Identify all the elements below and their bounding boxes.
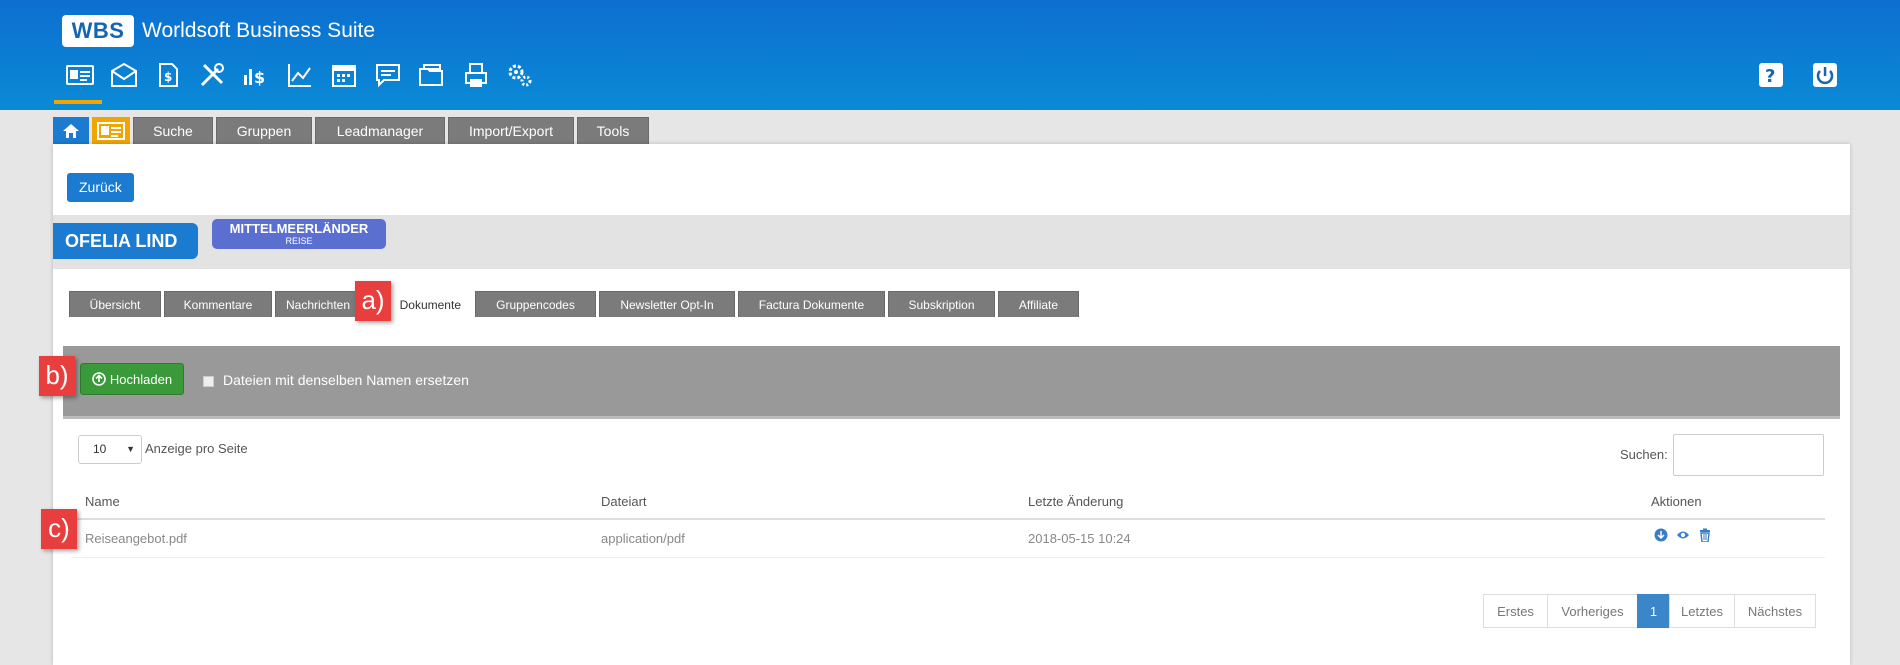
tab-contact[interactable] <box>92 117 130 144</box>
calendar-icon[interactable] <box>322 58 366 92</box>
tab-leadmanager[interactable]: Leadmanager <box>315 117 445 144</box>
per-page-label: Anzeige pro Seite <box>145 441 248 456</box>
finance-icon[interactable]: $ <box>234 58 278 92</box>
tab-factura-dokumente[interactable]: Factura Dokumente <box>738 291 885 317</box>
replace-checkbox[interactable] <box>203 376 214 387</box>
svg-text:$: $ <box>164 70 172 84</box>
chart-icon[interactable] <box>278 58 322 92</box>
page-first[interactable]: Erstes <box>1483 594 1548 628</box>
per-page-select[interactable]: 10 ▼ <box>78 435 142 464</box>
view-eye-icon[interactable] <box>1676 528 1690 542</box>
tab-kommentare[interactable]: Kommentare <box>164 291 272 317</box>
content-panel: Zurück OFELIA LIND MITTELMEERLÄNDER REIS… <box>53 144 1850 665</box>
upload-label: Hochladen <box>109 371 173 387</box>
settings-gears-icon[interactable] <box>498 58 542 92</box>
file-modified: 2018-05-15 10:24 <box>1028 531 1131 546</box>
home-icon <box>63 124 79 138</box>
tab-uebersicht[interactable]: Übersicht <box>69 291 161 317</box>
table-header: Name Dateiart Letzte Änderung Aktionen <box>71 484 1825 520</box>
power-icon[interactable] <box>1812 62 1838 88</box>
group-name: MITTELMEERLÄNDER <box>229 221 369 236</box>
col-actions: Aktionen <box>1651 494 1702 509</box>
svg-text:$: $ <box>254 68 265 87</box>
group-badge[interactable]: MITTELMEERLÄNDER REISE <box>212 219 386 249</box>
wbs-logo[interactable]: WBS <box>62 15 134 47</box>
callout-c: c) <box>41 509 77 549</box>
file-name: Reiseangebot.pdf <box>85 531 187 546</box>
tab-affiliate[interactable]: Affiliate <box>998 291 1079 317</box>
back-button[interactable]: Zurück <box>67 173 134 202</box>
contact-name: OFELIA LIND <box>53 223 198 259</box>
print-document-icon[interactable] <box>454 58 498 92</box>
tab-import-export[interactable]: Import/Export <box>448 117 574 144</box>
group-category: REISE <box>285 236 313 246</box>
upload-bar: Hochladen Dateien mit denselben Namen er… <box>63 346 1840 419</box>
active-nav-indicator <box>54 100 102 104</box>
contact-header: OFELIA LIND MITTELMEERLÄNDER REISE <box>53 215 1850 269</box>
tab-subskription[interactable]: Subskription <box>888 291 995 317</box>
contact-card-icon <box>97 122 125 140</box>
chevron-down-icon: ▼ <box>126 444 135 454</box>
search-label: Suchen: <box>1620 447 1668 462</box>
col-name[interactable]: Name <box>85 494 120 509</box>
per-page-value: 10 <box>93 442 107 456</box>
tab-home[interactable] <box>53 117 89 144</box>
callout-a: a) <box>355 281 391 321</box>
trash-icon[interactable] <box>1698 528 1712 542</box>
page-last[interactable]: Letztes <box>1669 594 1735 628</box>
documents-table: Name Dateiart Letzte Änderung Aktionen R… <box>71 484 1825 558</box>
upload-button[interactable]: Hochladen <box>80 363 184 395</box>
table-row: Reiseangebot.pdf application/pdf 2018-05… <box>71 520 1825 558</box>
col-type[interactable]: Dateiart <box>601 494 647 509</box>
tab-gruppen[interactable]: Gruppen <box>216 117 312 144</box>
main-tabs: Suche Gruppen Leadmanager Import/Export … <box>53 117 649 144</box>
row-actions <box>1654 528 1712 542</box>
contact-card-icon[interactable] <box>58 58 102 92</box>
folders-icon[interactable] <box>410 58 454 92</box>
sub-tabs: Übersicht Kommentare Nachrichten Dokumen… <box>69 291 1079 317</box>
document-dollar-icon[interactable]: $ <box>146 58 190 92</box>
message-icon[interactable] <box>366 58 410 92</box>
svg-text:?: ? <box>1765 66 1775 87</box>
callout-b: b) <box>39 356 75 396</box>
page-next[interactable]: Nächstes <box>1734 594 1816 628</box>
tab-nachrichten[interactable]: Nachrichten <box>275 291 359 317</box>
top-nav: $ $ <box>58 58 542 92</box>
upload-icon <box>92 372 106 386</box>
col-modified[interactable]: Letzte Änderung <box>1028 494 1123 509</box>
download-icon[interactable] <box>1654 528 1668 542</box>
page-previous[interactable]: Vorheriges <box>1547 594 1638 628</box>
pagination: Erstes Vorheriges 1 Letztes Nächstes <box>1483 594 1816 628</box>
app-title: Worldsoft Business Suite <box>142 19 376 42</box>
file-type: application/pdf <box>601 531 685 546</box>
search-input[interactable] <box>1673 434 1824 476</box>
tools-icon[interactable] <box>190 58 234 92</box>
page-current[interactable]: 1 <box>1637 594 1670 628</box>
app-header: WBS Worldsoft Business Suite $ $ ? <box>0 0 1900 110</box>
tab-suche[interactable]: Suche <box>133 117 213 144</box>
replace-label: Dateien mit denselben Namen ersetzen <box>223 372 469 388</box>
tab-newsletter-opt-in[interactable]: Newsletter Opt-In <box>599 291 735 317</box>
mail-icon[interactable] <box>102 58 146 92</box>
help-icon[interactable]: ? <box>1758 62 1784 88</box>
tab-tools[interactable]: Tools <box>577 117 649 144</box>
tab-gruppencodes[interactable]: Gruppencodes <box>475 291 596 317</box>
